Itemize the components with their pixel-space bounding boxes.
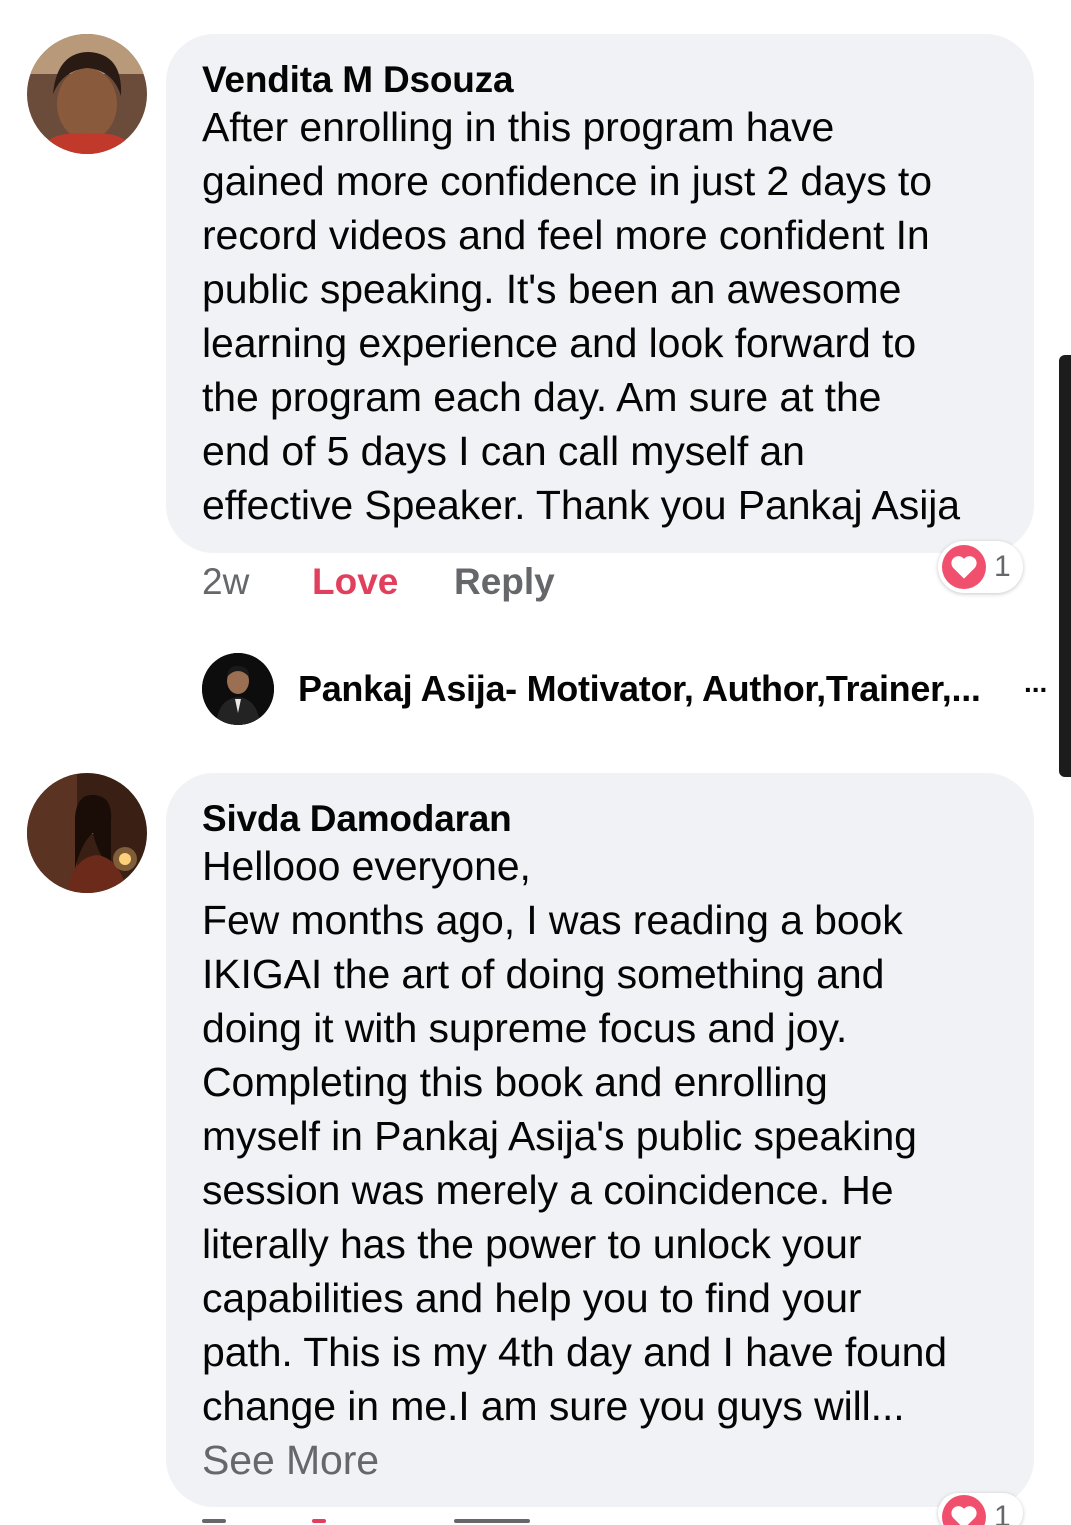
heart-icon bbox=[942, 545, 986, 589]
comment-line: capabilities and help you to find your bbox=[202, 1275, 862, 1321]
comment-line: myself in Pankaj Asija's public speaking bbox=[202, 1113, 917, 1159]
reaction-count: 1 bbox=[994, 550, 1011, 583]
reply-avatar[interactable] bbox=[202, 653, 274, 725]
comment-line: path. This is my 4th day and I have foun… bbox=[202, 1329, 947, 1375]
comment-text: After enrolling in this program have gai… bbox=[202, 100, 998, 532]
cutoff-reply bbox=[454, 1519, 530, 1523]
avatar-photo bbox=[27, 34, 147, 154]
comment-actions-cutoff bbox=[202, 1509, 602, 1525]
comment-line: gained more confidence in just 2 days to bbox=[202, 158, 932, 204]
avatar-photo bbox=[27, 773, 147, 893]
cutoff-love bbox=[312, 1519, 326, 1523]
comment-line: Hellooo everyone, bbox=[202, 843, 531, 889]
comment-line: record videos and feel more confident In bbox=[202, 212, 930, 258]
reply-button[interactable]: Reply bbox=[454, 560, 555, 604]
more-options-button[interactable]: ... bbox=[1024, 667, 1047, 699]
comment-author[interactable]: Vendita M Dsouza bbox=[202, 58, 998, 102]
reply-preview[interactable]: Pankaj Asija- Motivator, Author,Trainer,… bbox=[202, 653, 1052, 725]
commenter-avatar[interactable] bbox=[27, 34, 147, 154]
reaction-count: 1 bbox=[994, 1500, 1011, 1525]
comment-text: Hellooo everyone, Few months ago, I was … bbox=[202, 839, 998, 1487]
comment-line: the program each day. Am sure at the bbox=[202, 374, 882, 420]
avatar-photo bbox=[202, 653, 274, 725]
comment-line: session was merely a coincidence. He bbox=[202, 1167, 894, 1213]
comment-line: learning experience and look forward to bbox=[202, 320, 917, 366]
reply-author: Pankaj Asija- Motivator, Author,Trainer,… bbox=[298, 668, 981, 709]
comment-line: Few months ago, I was reading a book bbox=[202, 897, 903, 943]
comment-bubble: Vendita M Dsouza After enrolling in this… bbox=[166, 34, 1034, 553]
comment-line: After enrolling in this program have bbox=[202, 104, 835, 150]
comment-time[interactable]: 2w bbox=[202, 560, 249, 604]
comment-actions: 2w Love Reply bbox=[202, 560, 602, 604]
comment-line: Completing this book and enrolling bbox=[202, 1059, 828, 1105]
comment-line: public speaking. It's been an awesome bbox=[202, 266, 902, 312]
comment-line: IKIGAI the art of doing something and bbox=[202, 951, 885, 997]
comment-author[interactable]: Sivda Damodaran bbox=[202, 797, 998, 841]
love-button[interactable]: Love bbox=[312, 560, 398, 604]
heart-icon bbox=[942, 1495, 986, 1525]
reaction-summary[interactable]: 1 bbox=[938, 1493, 1023, 1525]
comment-line: literally has the power to unlock your bbox=[202, 1221, 862, 1267]
comment-line: change in me.I am sure you guys will... bbox=[202, 1383, 905, 1429]
comment-line: end of 5 days I can call myself an bbox=[202, 428, 805, 474]
commenter-avatar[interactable] bbox=[27, 773, 147, 893]
cutoff-time bbox=[202, 1519, 226, 1523]
comment-line: effective Speaker. Thank you Pankaj Asij… bbox=[202, 482, 960, 528]
comment-bubble: Sivda Damodaran Hellooo everyone, Few mo… bbox=[166, 773, 1034, 1507]
comment-thread: Vendita M Dsouza After enrolling in this… bbox=[0, 0, 1071, 1525]
reaction-summary[interactable]: 1 bbox=[938, 541, 1023, 593]
scrollbar[interactable] bbox=[1059, 355, 1071, 777]
see-more-link[interactable]: See More bbox=[202, 1433, 998, 1487]
comment-line: doing it with supreme focus and joy. bbox=[202, 1005, 848, 1051]
